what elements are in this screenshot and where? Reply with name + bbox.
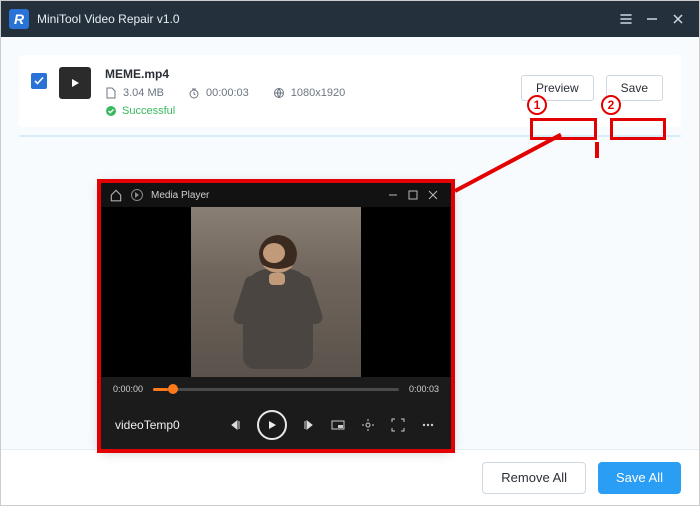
skip-back-icon[interactable]	[227, 416, 245, 434]
file-duration: 00:00:03	[188, 87, 249, 99]
video-frame	[191, 207, 361, 377]
file-icon	[105, 87, 117, 99]
seek-slider[interactable]	[153, 388, 399, 391]
play-button[interactable]	[257, 410, 287, 440]
player-titlebar: Media Player	[101, 183, 451, 207]
divider	[19, 135, 681, 137]
app-window: R MiniTool Video Repair v1.0 MEME.mp4 3.…	[0, 0, 700, 506]
status-badge: Successful	[105, 105, 345, 117]
app-logo-icon: R	[9, 9, 29, 29]
video-temp-name: videoTemp0	[115, 418, 180, 432]
mini-view-icon[interactable]	[329, 416, 347, 434]
file-meta: MEME.mp4 3.04 MB 00:00:03 1080x1920	[105, 67, 345, 117]
player-maximize-icon[interactable]	[403, 186, 423, 204]
content-area: MEME.mp4 3.04 MB 00:00:03 1080x1920	[1, 37, 699, 449]
current-time: 0:00:00	[113, 384, 143, 394]
file-name: MEME.mp4	[105, 67, 345, 81]
remove-all-button[interactable]: Remove All	[482, 462, 586, 494]
menu-icon[interactable]	[613, 6, 639, 32]
close-icon[interactable]	[665, 6, 691, 32]
video-canvas[interactable]	[101, 207, 451, 377]
save-all-button[interactable]: Save All	[598, 462, 681, 494]
file-checkbox[interactable]	[31, 73, 47, 89]
player-minimize-icon[interactable]	[383, 186, 403, 204]
player-close-icon[interactable]	[423, 186, 443, 204]
clock-icon	[188, 87, 200, 99]
preview-button[interactable]: Preview	[521, 75, 594, 101]
video-thumbnail-icon	[59, 67, 91, 99]
minimize-icon[interactable]	[639, 6, 665, 32]
total-time: 0:00:03	[409, 384, 439, 394]
cast-icon[interactable]	[359, 416, 377, 434]
annotation-line	[454, 133, 562, 193]
file-resolution: 1080x1920	[273, 87, 345, 99]
fullscreen-icon[interactable]	[389, 416, 407, 434]
player-app-name: Media Player	[151, 190, 209, 201]
save-button[interactable]: Save	[606, 75, 663, 101]
success-icon	[105, 105, 117, 117]
titlebar: R MiniTool Video Repair v1.0	[1, 1, 699, 37]
home-icon[interactable]	[109, 188, 123, 202]
more-icon[interactable]	[419, 416, 437, 434]
media-player-icon	[131, 189, 143, 201]
media-player-window: Media Player 0:00:00	[101, 183, 451, 449]
file-row: MEME.mp4 3.04 MB 00:00:03 1080x1920	[19, 55, 681, 127]
player-controls: videoTemp0	[101, 401, 451, 449]
resolution-icon	[273, 87, 285, 99]
file-size: 3.04 MB	[105, 87, 164, 99]
player-timeline: 0:00:00 0:00:03	[101, 377, 451, 401]
app-title: MiniTool Video Repair v1.0	[37, 12, 180, 26]
footer-bar: Remove All Save All	[1, 449, 699, 505]
annotation-line	[595, 142, 599, 158]
skip-fwd-icon[interactable]	[299, 416, 317, 434]
